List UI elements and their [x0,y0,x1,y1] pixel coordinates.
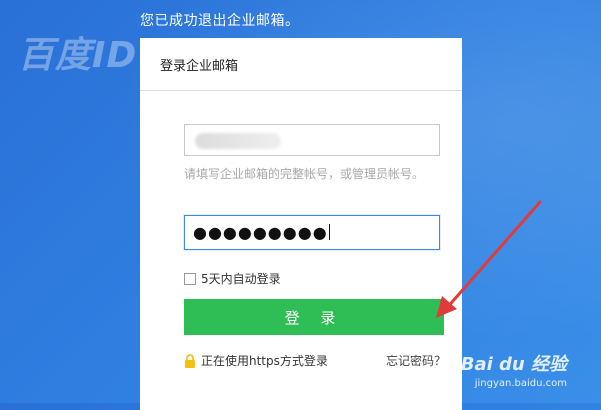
baidu-brand: Bai du 经验 [460,354,567,375]
password-field[interactable]: ●●●●●●●●● [184,215,440,250]
remember-label: 5天内自动登录 [201,272,281,286]
username-hint: 请填写企业邮箱的完整帐号，或管理员帐号。 [184,167,425,181]
remember-login[interactable]: 5天内自动登录 [184,270,281,287]
https-note-label: 正在使用https方式登录 [201,354,328,368]
baidu-jingyan-watermark: Bai du 经验 jingyan.baidu.com [461,350,567,389]
blurred-username-value [195,133,281,149]
card-title: 登录企业邮箱 [140,38,462,91]
text-caret [328,224,330,240]
username-field[interactable] [184,124,440,156]
login-button[interactable]: 登 录 [184,299,444,335]
baidu-url: jingyan.baidu.com [474,378,567,389]
remember-checkbox[interactable] [184,272,196,285]
https-note: 正在使用https方式登录 [184,352,328,369]
logout-message: 您已成功退出企业邮箱。 [140,13,300,29]
password-mask: ●●●●●●●●● [193,223,330,242]
card-footer: 正在使用https方式登录 忘记密码？ [184,352,446,369]
forgot-password-link[interactable]: 忘记密码？ [386,352,446,369]
lock-icon [185,353,195,368]
login-card: 登录企业邮箱 请填写企业邮箱的完整帐号，或管理员帐号。 ●●●●●●●●● 5天… [140,38,462,410]
